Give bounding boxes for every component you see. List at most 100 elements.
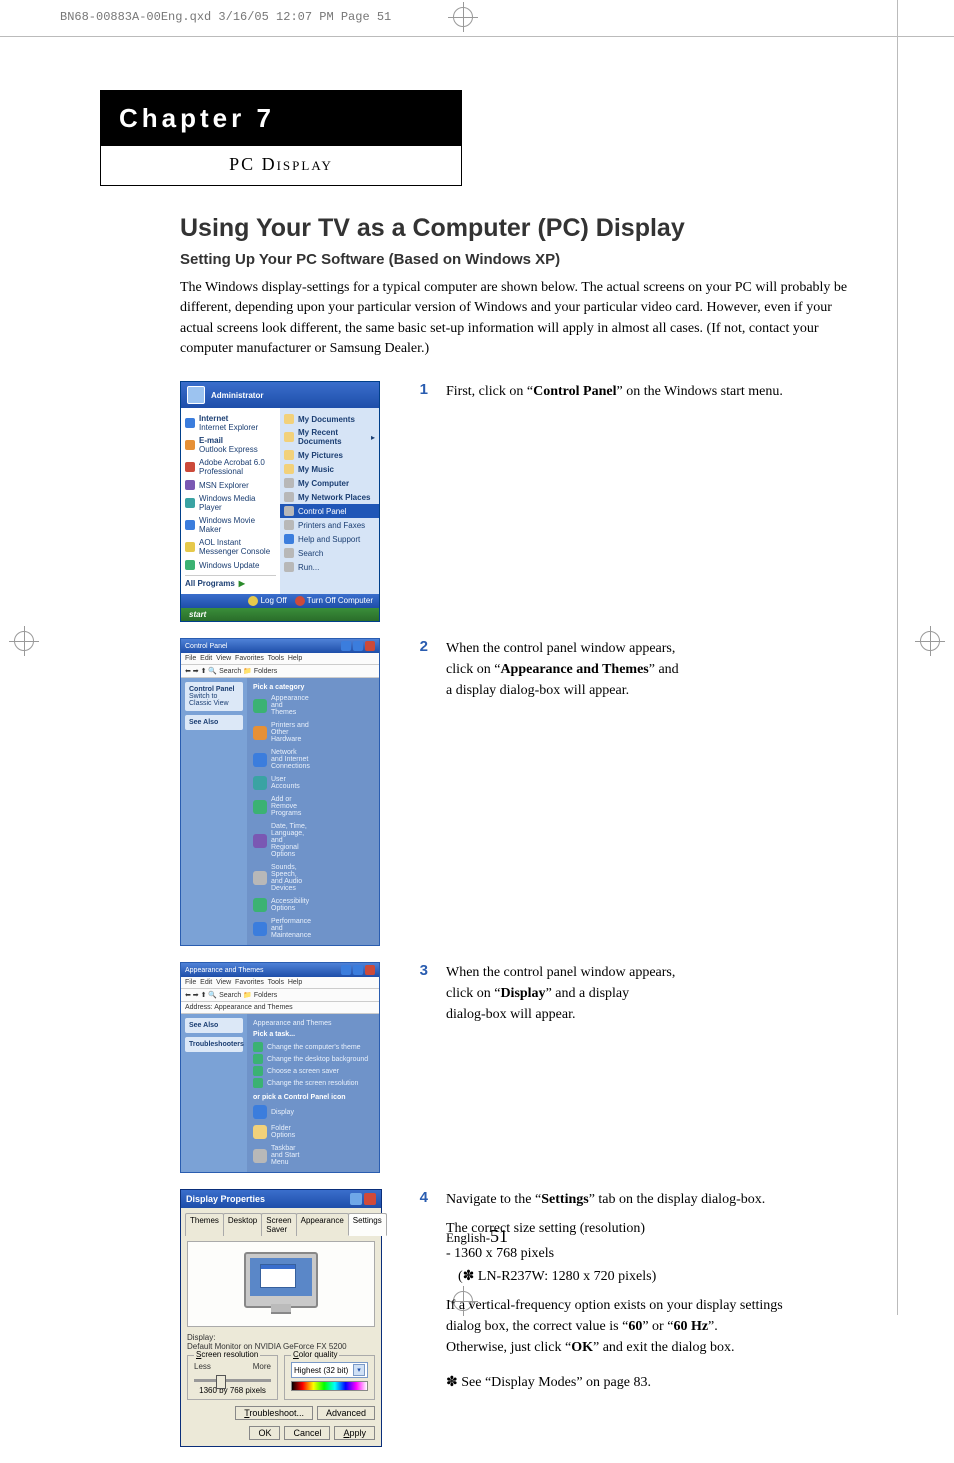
icon-folder-options[interactable]: Folder Options [253,1125,309,1139]
slider-knob[interactable] [216,1375,226,1389]
page-title: Using Your TV as a Computer (PC) Display [180,214,870,243]
start-item-label: Windows Media Player [199,494,276,512]
pick-task-caption: Pick a task... [253,1031,373,1038]
datetime-icon [253,834,267,848]
start-item-mydocs[interactable]: My Documents [284,412,375,426]
start-item-winupdate[interactable]: Windows Update [185,558,276,572]
minimize-icon[interactable] [341,641,351,651]
start-item-moviemaker[interactable]: Windows Movie Maker [185,514,276,536]
task-row[interactable]: Change the screen resolution [253,1078,373,1088]
start-item-control-panel[interactable]: Control Panel [280,504,379,518]
advanced-button[interactable]: Advanced [317,1406,375,1420]
logoff-label: Log Off [261,596,287,605]
maximize-icon[interactable] [353,641,363,651]
logoff-button[interactable]: Log Off [248,596,286,606]
step-text: First, click on “Control Panel” on the W… [446,381,806,622]
cat-label: Folder Options [271,1125,309,1139]
start-item-label: Search [298,549,323,558]
winupdate-icon [185,560,195,570]
trim-line-top [0,36,954,37]
cat-accessibility[interactable]: Accessibility Options [253,898,309,912]
start-item-search[interactable]: Search [284,546,375,560]
task-row[interactable]: Change the desktop background [253,1054,373,1064]
folder-options-icon [253,1125,267,1139]
start-item-label: My Computer [298,479,349,488]
ok-button[interactable]: OK [249,1426,280,1440]
color-quality-group: Color quality Highest (32 bit)▾ [284,1355,375,1400]
window-toolbar: ⬅ ➡ ⬆ 🔍 Search 📁 Folders [181,665,379,678]
cat-label: Printers and Other Hardware [271,722,309,743]
network-icon [284,492,294,502]
folder-icon [284,464,294,474]
window-menubar: File Edit View Favorites Tools Help [181,977,379,989]
start-item-internet[interactable]: InternetInternet Explorer [185,412,276,434]
start-item-sub: Outlook Express [199,445,258,454]
turnoff-label: Turn Off Computer [307,596,373,605]
cancel-button[interactable]: Cancel [284,1426,330,1440]
start-item-music[interactable]: My Music [284,462,375,476]
cat-sounds[interactable]: Sounds, Speech, and Audio Devices [253,864,309,892]
slider-less-label: Less [194,1362,211,1371]
msn-icon [185,480,195,490]
resolution-slider[interactable] [194,1379,271,1382]
help-icon [284,534,294,544]
help-icon[interactable] [350,1193,362,1205]
start-item-label: My Pictures [298,451,343,460]
start-item-aim[interactable]: AOL Instant Messenger Console [185,536,276,558]
switch-view-link[interactable]: Switch to Classic View [189,693,229,707]
computer-icon [284,478,294,488]
close-icon[interactable] [365,965,375,975]
cat-addremove[interactable]: Add or Remove Programs [253,796,309,817]
moviemaker-icon [185,520,195,530]
start-item-msn[interactable]: MSN Explorer [185,478,276,492]
cat-users[interactable]: User Accounts [253,776,309,790]
cat-datetime[interactable]: Date, Time, Language, and Regional Optio… [253,823,309,858]
cat-label: Sounds, Speech, and Audio Devices [271,864,309,892]
start-item-label: MSN Explorer [199,481,249,490]
chapter-title: Chapter 7 [101,91,461,146]
start-item-email[interactable]: E-mailOutlook Express [185,434,276,456]
minimize-icon[interactable] [341,965,351,975]
task-label: Choose a screen saver [267,1068,339,1075]
start-item-network[interactable]: My Network Places [284,490,375,504]
all-programs[interactable]: All Programs ▶ [185,575,276,590]
start-item-recent[interactable]: My Recent Documents ▸ [284,426,375,448]
appearance-icon [253,699,267,713]
start-item-label: Help and Support [298,535,360,544]
breadcrumb-link[interactable]: Appearance and Themes [253,1020,373,1027]
close-icon[interactable] [364,1193,376,1205]
troubleshoot-button[interactable]: Troubleshoot... [235,1406,313,1420]
task-row[interactable]: Choose a screen saver [253,1066,373,1076]
sounds-icon [253,871,267,885]
turnoff-button[interactable]: Turn Off Computer [295,596,373,606]
start-item-run[interactable]: Run... [284,560,375,574]
close-icon[interactable] [365,641,375,651]
start-button[interactable]: start [181,608,379,621]
cat-printers[interactable]: Printers and Other Hardware [253,722,309,743]
window-title: Control Panel [185,643,227,650]
troubleshooters-header: Troubleshooters [189,1041,244,1048]
step-number: 2 [404,638,446,946]
start-item-pictures[interactable]: My Pictures [284,448,375,462]
maximize-icon[interactable] [353,965,363,975]
cat-appearance[interactable]: Appearance and Themes [253,695,309,716]
color-quality-select[interactable]: Highest (32 bit)▾ [291,1362,368,1378]
cat-network[interactable]: Network and Internet Connections [253,749,309,770]
start-item-printers[interactable]: Printers and Faxes [284,518,375,532]
start-item-mycomputer[interactable]: My Computer [284,476,375,490]
tab-settings[interactable]: Settings [348,1213,387,1236]
start-item-label: My Music [298,465,334,474]
apply-button[interactable]: Apply [334,1426,375,1440]
start-item-acrobat[interactable]: Adobe Acrobat 6.0 Professional [185,456,276,478]
start-item-wmp[interactable]: Windows Media Player [185,492,276,514]
display-label: Display: [187,1333,375,1342]
icon-taskbar[interactable]: Taskbar and Start Menu [253,1145,309,1166]
task-row[interactable]: Change the computer's theme [253,1042,373,1052]
search-icon [284,548,294,558]
users-icon [253,776,267,790]
cat-performance[interactable]: Performance and Maintenance [253,918,309,939]
icon-display[interactable]: Display [253,1105,309,1119]
res-legend: Screen resolution [194,1350,260,1359]
start-item-help[interactable]: Help and Support [284,532,375,546]
dialog-title: Display Properties [186,1194,265,1204]
